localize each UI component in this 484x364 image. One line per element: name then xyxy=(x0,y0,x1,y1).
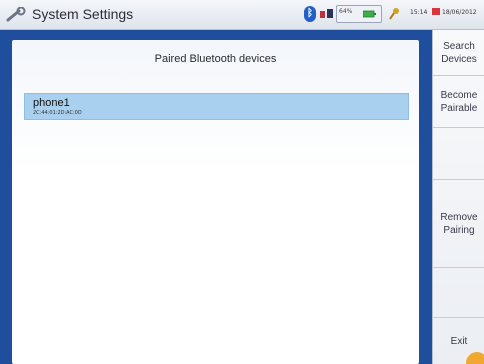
softkey-column: Search Devices Become Pairable Remove Pa… xyxy=(432,30,484,364)
clock-time: 15:14 xyxy=(410,9,428,16)
window-title: System Settings xyxy=(32,6,134,22)
become-pairable-button[interactable]: Become Pairable xyxy=(433,76,484,128)
bluetooth-icon: ᛒ xyxy=(304,6,316,22)
title-bar: System Settings ᛒ 64% 15:14 18/06/2012 xyxy=(0,0,484,30)
exit-accent-icon xyxy=(466,352,484,364)
panel-title: Paired Bluetooth devices xyxy=(154,53,277,65)
status-area: ᛒ 64% 15:14 18/06/2012 xyxy=(300,4,482,26)
search-devices-button[interactable]: Search Devices xyxy=(433,30,484,76)
device-address: 2C:44:01:2D:AC:0D xyxy=(33,110,82,116)
flag-icon xyxy=(432,8,440,15)
softkey-empty-2[interactable] xyxy=(433,268,484,318)
search-devices-label: Search Devices xyxy=(441,40,477,65)
network-icon xyxy=(320,9,333,18)
list-item[interactable]: phone1 2C:44:01:2D:AC:0D xyxy=(24,93,409,120)
settings-wrench-icon xyxy=(6,7,26,22)
battery-percent: 64% xyxy=(339,8,353,15)
clock-date: 18/06/2012 xyxy=(442,9,477,16)
key-icon xyxy=(389,8,399,20)
remove-pairing-button[interactable]: Remove Pairing xyxy=(433,180,484,268)
softkey-empty-1[interactable] xyxy=(433,128,484,180)
main-frame: Paired Bluetooth devices phone1 2C:44:01… xyxy=(0,30,432,364)
battery-indicator: 64% xyxy=(336,5,382,23)
become-pairable-label: Become Pairable xyxy=(440,89,478,114)
battery-charging-icon xyxy=(363,10,376,18)
device-name: phone1 xyxy=(33,97,70,109)
exit-label: Exit xyxy=(450,335,468,347)
remove-pairing-label: Remove Pairing xyxy=(440,211,478,236)
paired-devices-panel: Paired Bluetooth devices phone1 2C:44:01… xyxy=(12,40,419,364)
